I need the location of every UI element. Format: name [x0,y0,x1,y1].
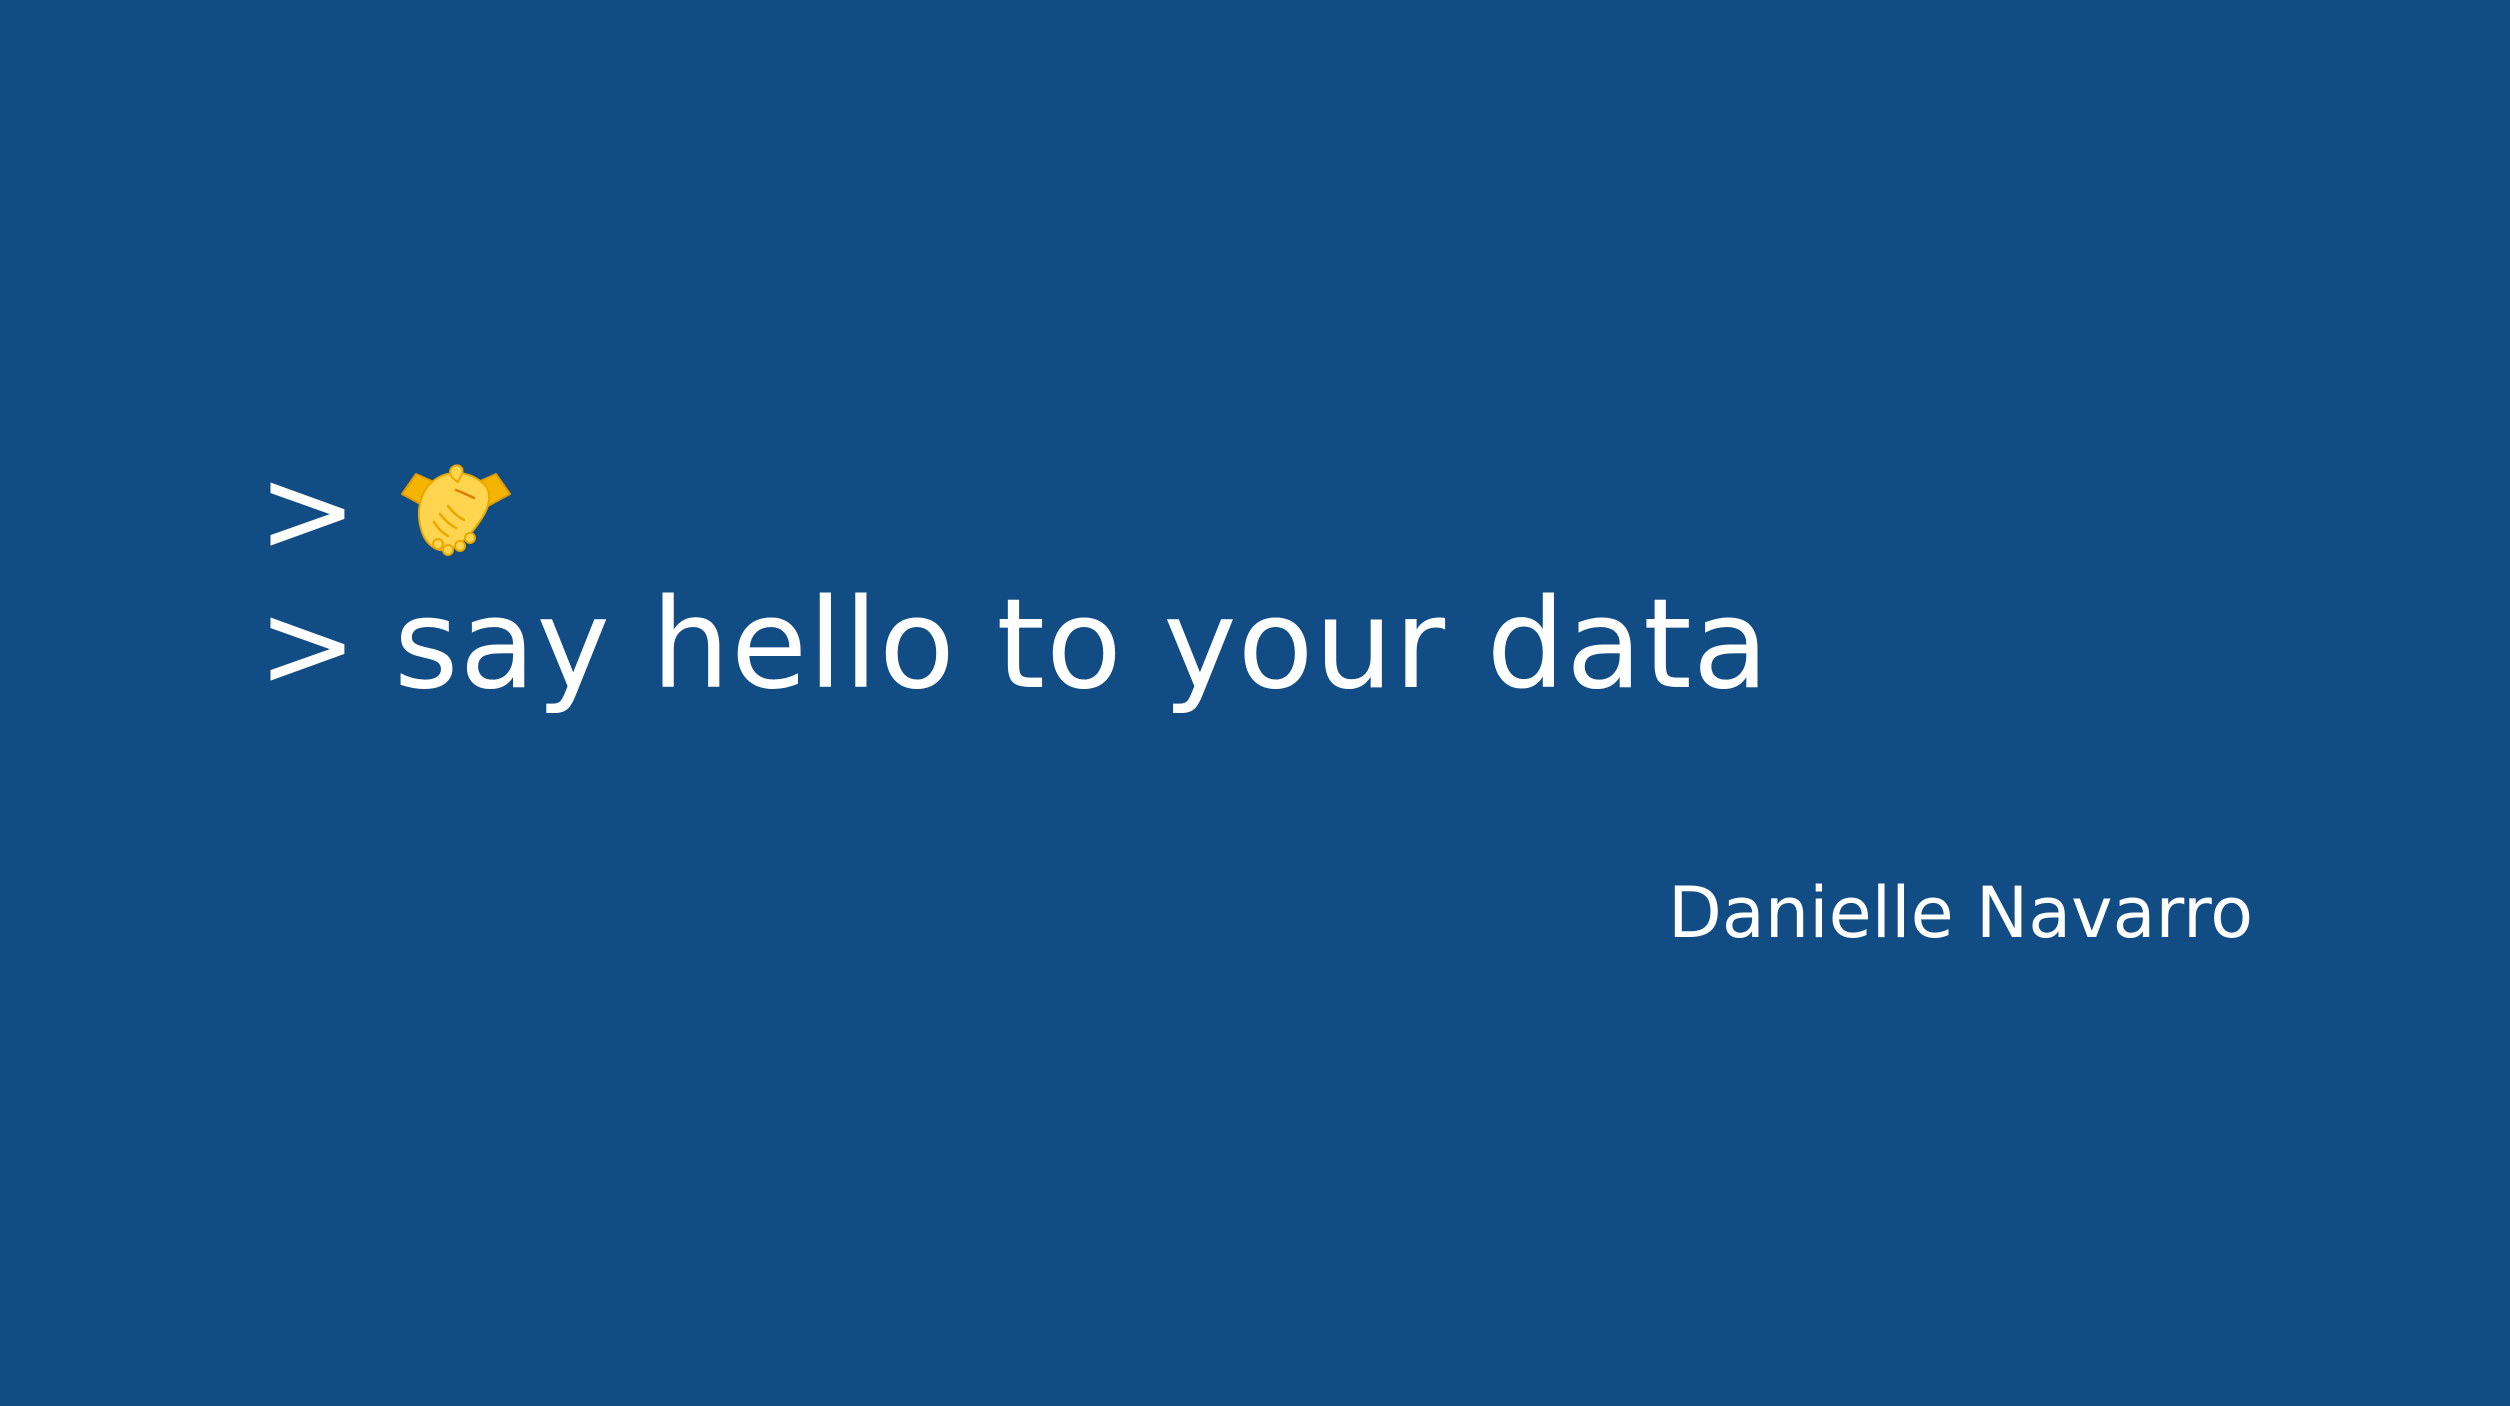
prompt-line-handshake: > [258,440,518,580]
handshake-icon [394,460,518,560]
author-name: Danielle Navarro [1668,872,2254,954]
title-slide: > > say hello to your data Danielle Nava… [0,0,2510,1406]
prompt-symbol: > [258,441,358,579]
prompt-symbol: > [258,576,358,714]
prompt-line-title: > say hello to your data [258,575,1770,715]
slide-title: say hello to your data [393,573,1770,717]
